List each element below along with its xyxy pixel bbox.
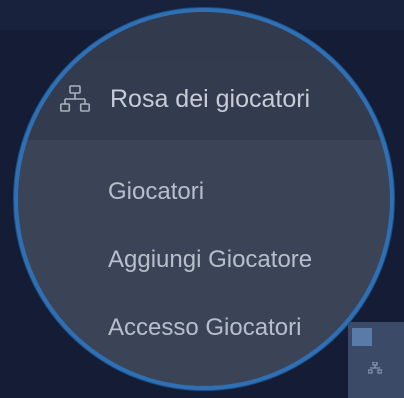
submenu-item-accesso-giocatori[interactable]: Accesso Giocatori [108, 313, 301, 343]
menu-header-rosa[interactable]: Rosa dei giocatori [18, 60, 390, 140]
screen: Rosa dei giocatori Giocatori Aggiungi Gi… [0, 0, 404, 398]
magnifier-lens: Rosa dei giocatori Giocatori Aggiungi Gi… [14, 8, 394, 390]
sitemap-icon [60, 84, 91, 114]
corner-widget [348, 322, 404, 398]
corner-tile [352, 328, 372, 346]
lens-top-area [18, 12, 390, 60]
menu-header-label: Rosa dei giocatori [110, 85, 311, 113]
sitemap-icon [367, 361, 383, 376]
submenu-item-giocatori[interactable]: Giocatori [108, 177, 204, 207]
submenu-item-aggiungi-giocatore[interactable]: Aggiungi Giocatore [108, 245, 312, 275]
